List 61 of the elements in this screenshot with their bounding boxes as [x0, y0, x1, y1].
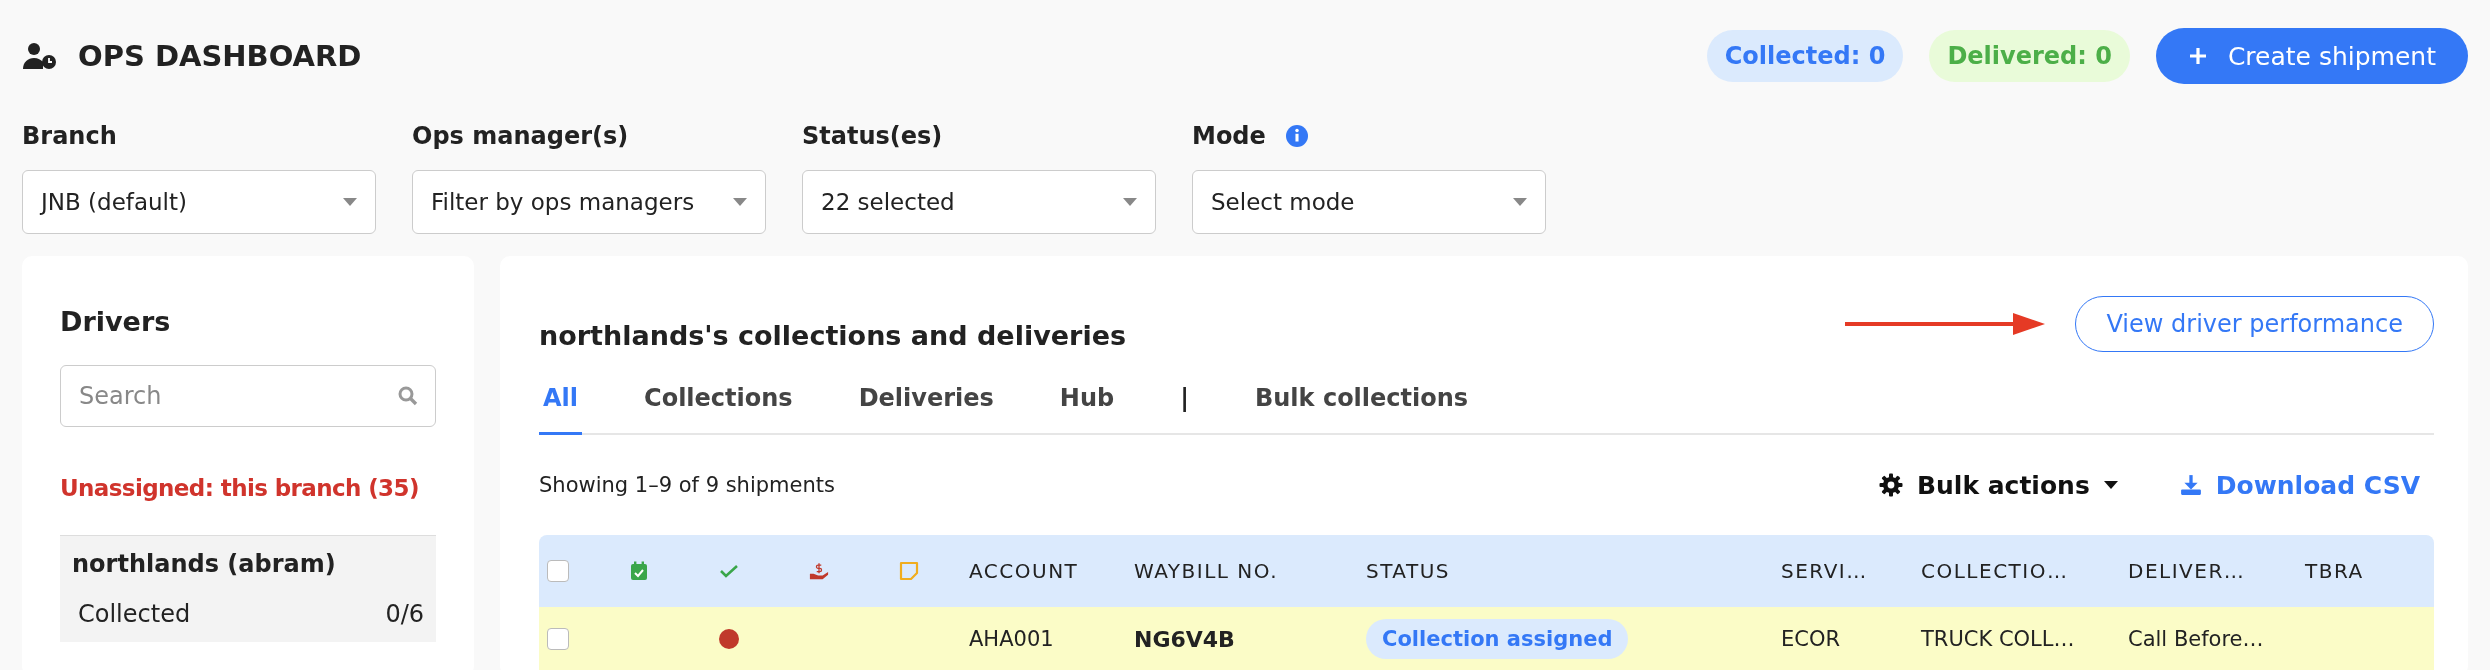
download-csv-button[interactable]: Download CSV: [2165, 470, 2434, 500]
caret-icon: [343, 198, 357, 206]
hand-dollar-icon: [809, 561, 829, 581]
search-icon: [398, 386, 418, 406]
table-row[interactable]: AHA001 NG6V4B Collection assigned ECOR TRUCK COLL… Call Before…: [539, 607, 2434, 670]
driver-name: northlands (abram): [72, 550, 337, 578]
filter-label: Ops manager(s): [412, 122, 629, 150]
bulk-actions-button[interactable]: Bulk actions: [1864, 470, 2132, 500]
download-icon: [2179, 474, 2202, 496]
counter-badge: Delivered: 0: [1929, 30, 2130, 82]
waybill-link[interactable]: NG6V4B: [1134, 626, 1235, 652]
driver-item[interactable]: northlands (abram) Collected 0/6: [60, 535, 436, 642]
column-header: COLLECTIO…: [1921, 559, 2069, 583]
filter-label: Branch: [22, 122, 117, 150]
caret-icon: [1123, 198, 1137, 206]
panel-title: northlands's collections and deliveries: [539, 319, 1126, 351]
tab[interactable]: All: [539, 376, 583, 435]
table-cell: Call Before…: [2128, 627, 2264, 651]
status-badge: Collection assigned: [1366, 619, 1629, 659]
table-cell: AHA001: [969, 627, 1054, 651]
page-title: OPS DASHBOARD: [78, 39, 362, 73]
column-header: ACCOUNT: [969, 559, 1079, 583]
caret-icon: [1513, 198, 1527, 206]
note-icon: [899, 561, 919, 581]
column-header: WAYBILL NO.: [1134, 559, 1279, 583]
filter-label: Mode: [1192, 122, 1266, 150]
row-checkbox[interactable]: [547, 628, 569, 650]
filter-dropdown[interactable]: Filter by ops managers: [412, 170, 766, 234]
calendar-check-icon: [629, 561, 649, 581]
search-field[interactable]: Search: [60, 365, 436, 427]
drivers-title: Drivers: [60, 306, 172, 337]
filter-label: Status(es): [802, 122, 943, 150]
showing-count: Showing 1–9 of 9 shipments: [539, 473, 835, 497]
filter-dropdown[interactable]: 22 selected: [802, 170, 1156, 234]
user-clock-icon: [22, 42, 58, 70]
info-icon: [1285, 125, 1308, 147]
unassigned-link[interactable]: Unassigned: this branch (35): [60, 475, 436, 501]
column-header: DELIVER…: [2128, 559, 2246, 583]
gear-icon: [1878, 473, 1903, 497]
column-header: SERVI…: [1781, 559, 1868, 583]
plus-icon: [2187, 46, 2208, 66]
stat-value: 0/6: [385, 600, 424, 628]
counter-badge: Collected: 0: [1706, 30, 1904, 82]
tab[interactable]: Bulk collections: [1251, 376, 1473, 435]
tab[interactable]: Collections: [640, 376, 797, 435]
stat-label: Collected: [78, 600, 191, 628]
view-driver-performance-button[interactable]: View driver performance: [2075, 296, 2434, 352]
filter-dropdown[interactable]: Select mode: [1192, 170, 1546, 234]
filter-dropdown[interactable]: JNB (default): [22, 170, 376, 234]
caret-icon: [2103, 481, 2118, 489]
arrow-icon: [1845, 312, 2046, 336]
create-shipment-button[interactable]: Create shipment: [2155, 28, 2468, 84]
column-header: TBRA: [2305, 559, 2364, 583]
tab[interactable]: Deliveries: [854, 376, 998, 435]
tab-separator: |: [1179, 383, 1190, 414]
caret-icon: [733, 198, 747, 206]
table-cell: TRUCK COLL…: [1921, 627, 2075, 651]
table-cell: ECOR: [1781, 627, 1841, 651]
column-header: STATUS: [1366, 559, 1451, 583]
select-all-checkbox[interactable]: [547, 560, 569, 582]
tab[interactable]: Hub: [1055, 376, 1119, 435]
